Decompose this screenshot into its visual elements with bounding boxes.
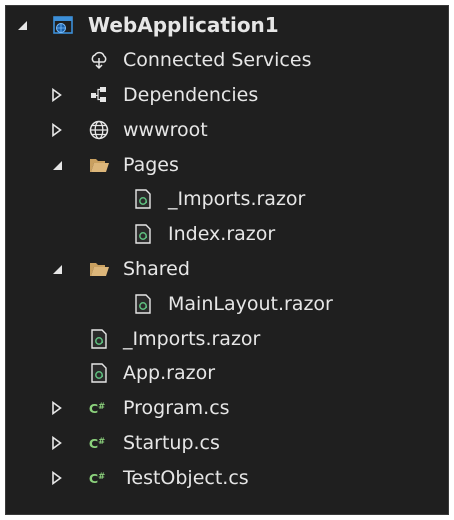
csharp-file-icon: C #: [88, 432, 110, 454]
tree-item-label: Index.razor: [168, 223, 276, 246]
tree-item-label: _Imports.razor: [123, 327, 261, 350]
tree-item-pages-folder[interactable]: Pages: [6, 147, 448, 182]
tree-item-startup-cs[interactable]: C # Startup.cs: [6, 426, 448, 461]
collapsed-arrow-icon[interactable]: [50, 87, 64, 102]
expanded-arrow-icon[interactable]: [15, 18, 29, 32]
tree-item-label: App.razor: [123, 362, 216, 385]
expanded-arrow-icon[interactable]: [50, 158, 64, 172]
tree-item-label: Connected Services: [123, 49, 312, 72]
razor-file-icon: [132, 223, 154, 245]
collapsed-arrow-icon[interactable]: [50, 470, 64, 485]
collapsed-arrow-icon[interactable]: [50, 435, 64, 450]
svg-text:#: #: [98, 471, 105, 481]
svg-text:C: C: [89, 471, 98, 486]
folder-open-icon: [88, 154, 110, 176]
svg-text:C: C: [89, 401, 98, 416]
tree-item-shared-folder[interactable]: Shared: [6, 252, 448, 287]
tree-item-index-razor[interactable]: Index.razor: [6, 217, 448, 252]
tree-item-label: Pages: [123, 153, 179, 176]
tree-item-label: Shared: [123, 257, 190, 280]
tree-item-mainlayout-razor[interactable]: MainLayout.razor: [6, 286, 448, 321]
tree-item-label: Dependencies: [123, 83, 259, 106]
tree-item-label: wwwroot: [123, 118, 208, 141]
razor-file-icon: [88, 362, 110, 384]
tree-item-app-razor[interactable]: App.razor: [6, 356, 448, 391]
tree-item-program-cs[interactable]: C # Program.cs: [6, 391, 448, 426]
svg-text:#: #: [98, 436, 105, 446]
web-project-icon: [52, 14, 74, 36]
razor-file-icon: [132, 293, 154, 315]
tree-item-webapplication1[interactable]: WebApplication1: [6, 8, 448, 43]
tree-item-dependencies[interactable]: Dependencies: [6, 78, 448, 113]
tree-item-pages-imports-razor[interactable]: _Imports.razor: [6, 182, 448, 217]
dependencies-icon: [88, 84, 110, 106]
tree-item-testobject-cs[interactable]: C # TestObject.cs: [6, 460, 448, 495]
collapsed-arrow-icon[interactable]: [50, 122, 64, 137]
globe-icon: [88, 119, 110, 141]
tree-item-connected-services[interactable]: Connected Services: [6, 43, 448, 78]
tree-item-label: Startup.cs: [123, 431, 220, 454]
tree-item-label: _Imports.razor: [168, 188, 306, 211]
csharp-file-icon: C #: [88, 397, 110, 419]
svg-text:C: C: [89, 436, 98, 451]
razor-file-icon: [132, 188, 154, 210]
tree-item-label: TestObject.cs: [123, 466, 249, 489]
expanded-arrow-icon[interactable]: [50, 262, 64, 276]
solution-explorer-panel: WebApplication1 Connected Services Depen…: [5, 5, 449, 515]
solution-tree: WebApplication1 Connected Services Depen…: [6, 6, 448, 495]
tree-item-imports-razor[interactable]: _Imports.razor: [6, 321, 448, 356]
tree-item-label: MainLayout.razor: [168, 292, 333, 315]
tree-item-label: WebApplication1: [88, 13, 279, 38]
connected-services-icon: [88, 49, 110, 71]
csharp-file-icon: C #: [88, 467, 110, 489]
tree-item-wwwroot[interactable]: wwwroot: [6, 112, 448, 147]
svg-text:#: #: [98, 401, 105, 411]
folder-open-icon: [88, 258, 110, 280]
tree-item-label: Program.cs: [123, 397, 230, 420]
collapsed-arrow-icon[interactable]: [50, 401, 64, 416]
razor-file-icon: [88, 328, 110, 350]
